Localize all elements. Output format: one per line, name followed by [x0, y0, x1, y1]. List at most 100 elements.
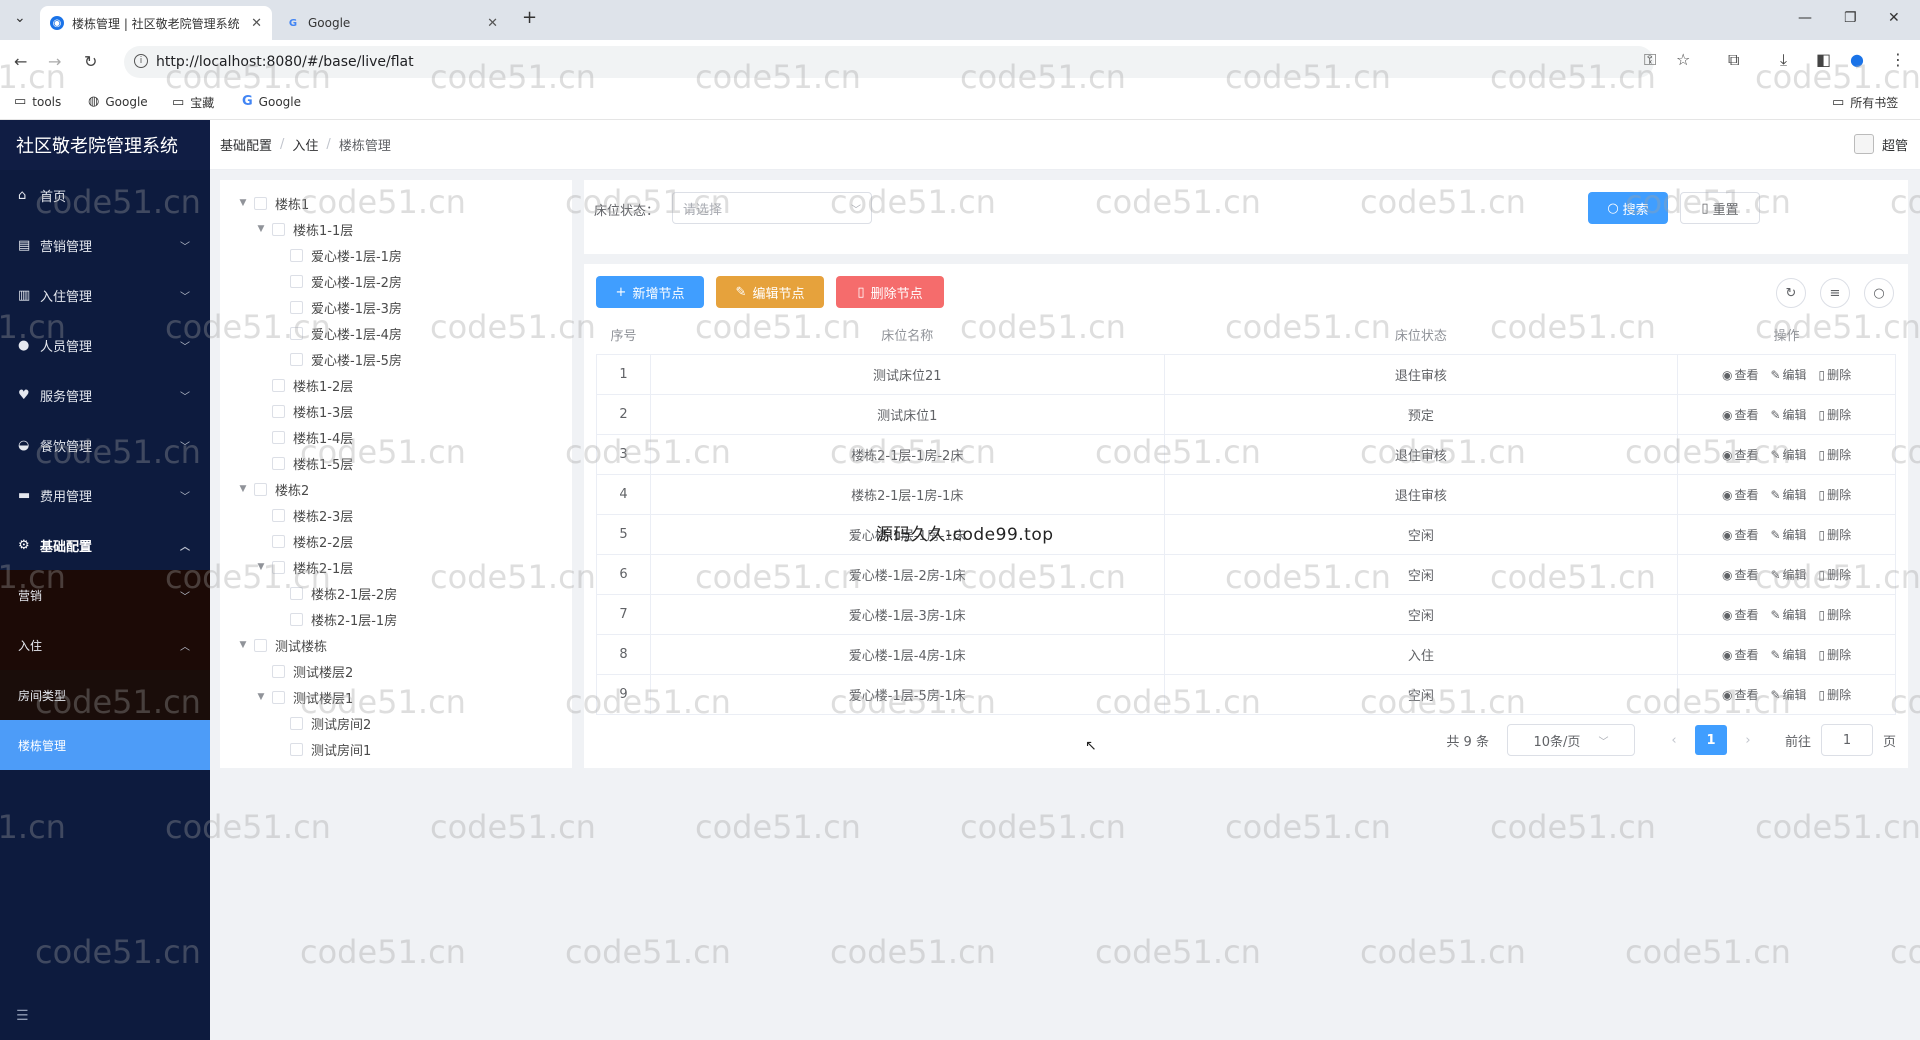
tree-checkbox[interactable]	[290, 248, 303, 262]
view-link[interactable]: ◉ 查看	[1722, 528, 1759, 542]
column-settings-icon[interactable]: ≡	[1820, 278, 1850, 308]
tree-checkbox[interactable]	[254, 482, 267, 496]
view-link[interactable]: ◉ 查看	[1722, 408, 1759, 422]
refresh-icon[interactable]: ↻	[1776, 278, 1806, 308]
view-link[interactable]: ◉ 查看	[1722, 368, 1759, 382]
sidepanel-icon[interactable]: ◧	[1816, 50, 1831, 69]
delete-link[interactable]: ▯ 删除	[1819, 688, 1852, 702]
browser-tab-active[interactable]: ◉ 楼栋管理 | 社区敬老院管理系统 ✕	[40, 6, 272, 40]
reload-icon[interactable]: ↻	[84, 52, 97, 71]
next-page-icon[interactable]: ›	[1733, 725, 1763, 755]
tree-checkbox[interactable]	[272, 430, 285, 444]
sidebar-item-base-config[interactable]: ⚙ 基础配置 ︿	[0, 520, 210, 570]
edit-link[interactable]: ✎ 编辑	[1770, 608, 1806, 622]
caret-down-icon[interactable]: ▼	[236, 198, 250, 208]
tree-node[interactable]: ▼ 楼栋2-1层	[220, 554, 572, 580]
profile-icon[interactable]: ●	[1850, 50, 1864, 69]
delete-link[interactable]: ▯ 删除	[1819, 568, 1852, 582]
delete-link[interactable]: ▯ 删除	[1819, 608, 1852, 622]
tree-node[interactable]: 楼栋2-3层	[220, 502, 572, 528]
window-close-icon[interactable]: ✕	[1888, 10, 1900, 26]
caret-down-icon[interactable]: ▼	[236, 484, 250, 494]
goto-page-input[interactable]: 1	[1820, 724, 1873, 756]
tree-node[interactable]: 楼栋1-3层	[220, 398, 572, 424]
edit-link[interactable]: ✎ 编辑	[1770, 448, 1806, 462]
sidebar-subitem-building[interactable]: 楼栋管理	[0, 720, 210, 770]
tree-node[interactable]: ▼ 楼栋2	[220, 476, 572, 502]
reset-button[interactable]: ▯ 重置	[1680, 192, 1760, 224]
delete-link[interactable]: ▯ 删除	[1819, 408, 1852, 422]
tree-checkbox[interactable]	[272, 508, 285, 522]
tree-node[interactable]: 测试楼层2	[220, 658, 572, 684]
tree-node[interactable]: 爱心楼-1层-2房	[220, 268, 572, 294]
close-tab-icon[interactable]: ✕	[487, 16, 498, 31]
tree-checkbox[interactable]	[254, 196, 267, 210]
view-link[interactable]: ◉ 查看	[1722, 448, 1759, 462]
restore-icon[interactable]: ❐	[1844, 10, 1857, 26]
breadcrumb-item[interactable]: 入住	[292, 135, 318, 154]
tree-node[interactable]: 楼栋1-2层	[220, 372, 572, 398]
tree-checkbox[interactable]	[290, 742, 303, 756]
view-link[interactable]: ◉ 查看	[1722, 648, 1759, 662]
delete-link[interactable]: ▯ 删除	[1819, 528, 1852, 542]
tree-node[interactable]: 楼栋2-1层-1房	[220, 606, 572, 632]
back-icon[interactable]: ←	[14, 52, 27, 71]
view-link[interactable]: ◉ 查看	[1722, 608, 1759, 622]
view-link[interactable]: ◉ 查看	[1722, 688, 1759, 702]
tree-node[interactable]: 楼栋2-1层-2房	[220, 580, 572, 606]
download-icon[interactable]: ⤓	[1780, 50, 1787, 70]
edit-link[interactable]: ✎ 编辑	[1770, 568, 1806, 582]
url-input[interactable]: i http://localhost:8080/#/base/live/flat	[124, 46, 1654, 78]
tree-node[interactable]: 爱心楼-1层-3房	[220, 294, 572, 320]
page-number-current[interactable]: 1	[1694, 725, 1727, 755]
caret-down-icon[interactable]: ▼	[254, 224, 268, 234]
menu-dots-icon[interactable]: ⋮	[1890, 50, 1906, 69]
tree-checkbox[interactable]	[272, 378, 285, 392]
user-menu[interactable]: 超管	[1853, 134, 1908, 154]
edit-link[interactable]: ✎ 编辑	[1770, 488, 1806, 502]
minimize-icon[interactable]: —	[1798, 10, 1812, 26]
delete-node-button[interactable]: ▯ 删除节点	[836, 276, 944, 308]
caret-down-icon[interactable]: ▼	[236, 640, 250, 650]
tab-list-icon[interactable]: ⌄	[14, 10, 26, 26]
tree-checkbox[interactable]	[290, 274, 303, 288]
tree-checkbox[interactable]	[290, 586, 303, 600]
edit-link[interactable]: ✎ 编辑	[1770, 648, 1806, 662]
search-button[interactable]: ○ 搜索	[1588, 192, 1668, 224]
tree-checkbox[interactable]	[290, 612, 303, 626]
sidebar-item-service[interactable]: ♥ 服务管理 ﹀	[0, 370, 210, 420]
sidebar-item-catering[interactable]: ◒ 餐饮管理 ﹀	[0, 420, 210, 470]
sidebar-subitem-checkin[interactable]: 入住 ︿	[0, 620, 210, 670]
close-tab-icon[interactable]: ✕	[251, 16, 262, 31]
bed-status-select[interactable]: 请选择 ﹀	[672, 192, 872, 224]
add-node-button[interactable]: + 新增节点	[596, 276, 704, 308]
delete-link[interactable]: ▯ 删除	[1819, 488, 1852, 502]
sidebar-item-staff[interactable]: ● 人员管理 ﹀	[0, 320, 210, 370]
tree-checkbox[interactable]	[272, 664, 285, 678]
tree-node[interactable]: ▼ 楼栋1-1层	[220, 216, 572, 242]
bookmark-google[interactable]: ◍ Google	[88, 94, 148, 109]
extensions-icon[interactable]: ⧉	[1728, 50, 1739, 70]
tree-checkbox[interactable]	[254, 638, 267, 652]
tree-node[interactable]: ▼ 楼栋1	[220, 190, 572, 216]
tree-checkbox[interactable]	[272, 404, 285, 418]
new-tab-icon[interactable]: +	[522, 7, 537, 28]
edit-link[interactable]: ✎ 编辑	[1770, 688, 1806, 702]
tree-checkbox[interactable]	[290, 352, 303, 366]
browser-tab-google[interactable]: G Google ✕	[276, 6, 508, 40]
edit-link[interactable]: ✎ 编辑	[1770, 368, 1806, 382]
search-toggle-icon[interactable]: ○	[1864, 278, 1894, 308]
key-icon[interactable]: ⚿	[1644, 50, 1656, 70]
bookmark-google-2[interactable]: G Google	[242, 94, 301, 109]
tree-node[interactable]: 楼栋1-4层	[220, 424, 572, 450]
prev-page-icon[interactable]: ‹	[1659, 725, 1689, 755]
delete-link[interactable]: ▯ 删除	[1819, 448, 1852, 462]
tree-checkbox[interactable]	[290, 300, 303, 314]
all-bookmarks[interactable]: ▭ 所有书签	[1832, 94, 1898, 111]
forward-icon[interactable]: →	[48, 52, 61, 71]
delete-link[interactable]: ▯ 删除	[1819, 368, 1852, 382]
page-size-select[interactable]: 10条/页 ﹀	[1506, 724, 1635, 756]
sidebar-subitem-room-type[interactable]: 房间类型	[0, 670, 210, 720]
view-link[interactable]: ◉ 查看	[1722, 568, 1759, 582]
bookmark-folder-treasure[interactable]: ▭ 宝藏	[172, 94, 214, 111]
